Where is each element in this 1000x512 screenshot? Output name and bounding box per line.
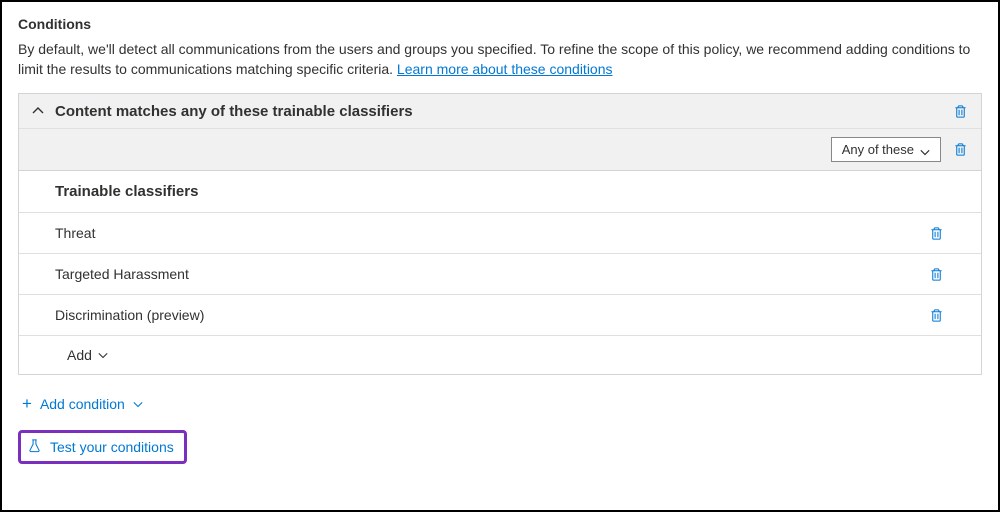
test-conditions-label: Test your conditions — [50, 439, 174, 455]
add-classifier-button[interactable]: Add — [19, 336, 981, 374]
classifier-name: Targeted Harassment — [55, 266, 189, 282]
section-title: Conditions — [18, 16, 982, 32]
chevron-down-icon — [920, 145, 930, 155]
panel-header-top[interactable]: Content matches any of these trainable c… — [19, 94, 981, 128]
add-classifier-label: Add — [67, 347, 92, 363]
panel-body: Trainable classifiers Threat Targeted Ha… — [19, 171, 981, 374]
panel-subheader: Any of these — [19, 128, 981, 170]
description: By default, we'll detect all communicati… — [18, 40, 982, 79]
classifier-name: Discrimination (preview) — [55, 307, 204, 323]
test-conditions-button[interactable]: Test your conditions — [18, 430, 187, 464]
match-mode-select[interactable]: Any of these — [831, 137, 941, 162]
delete-classifier-icon[interactable] — [927, 306, 945, 324]
chevron-down-icon — [98, 350, 108, 360]
delete-classifier-icon[interactable] — [927, 224, 945, 242]
classifiers-heading: Trainable classifiers — [19, 171, 981, 213]
panel-header: Content matches any of these trainable c… — [19, 94, 981, 171]
panel-title: Content matches any of these trainable c… — [55, 103, 941, 120]
flask-icon — [27, 438, 42, 456]
delete-condition-icon[interactable] — [951, 102, 969, 120]
condition-panel: Content matches any of these trainable c… — [18, 93, 982, 375]
delete-classifier-icon[interactable] — [927, 265, 945, 283]
classifier-row: Threat — [19, 213, 981, 254]
learn-more-link[interactable]: Learn more about these conditions — [397, 61, 613, 77]
chevron-up-icon — [31, 104, 45, 118]
add-condition-button[interactable]: + Add condition — [18, 393, 147, 414]
classifier-row: Discrimination (preview) — [19, 295, 981, 336]
footer-actions: + Add condition Test your conditions — [18, 393, 982, 464]
chevron-down-icon — [133, 399, 143, 409]
classifier-row: Targeted Harassment — [19, 254, 981, 295]
delete-group-icon[interactable] — [951, 141, 969, 159]
match-mode-label: Any of these — [842, 142, 914, 157]
plus-icon: + — [22, 395, 32, 412]
add-condition-label: Add condition — [40, 396, 125, 412]
classifier-name: Threat — [55, 225, 95, 241]
